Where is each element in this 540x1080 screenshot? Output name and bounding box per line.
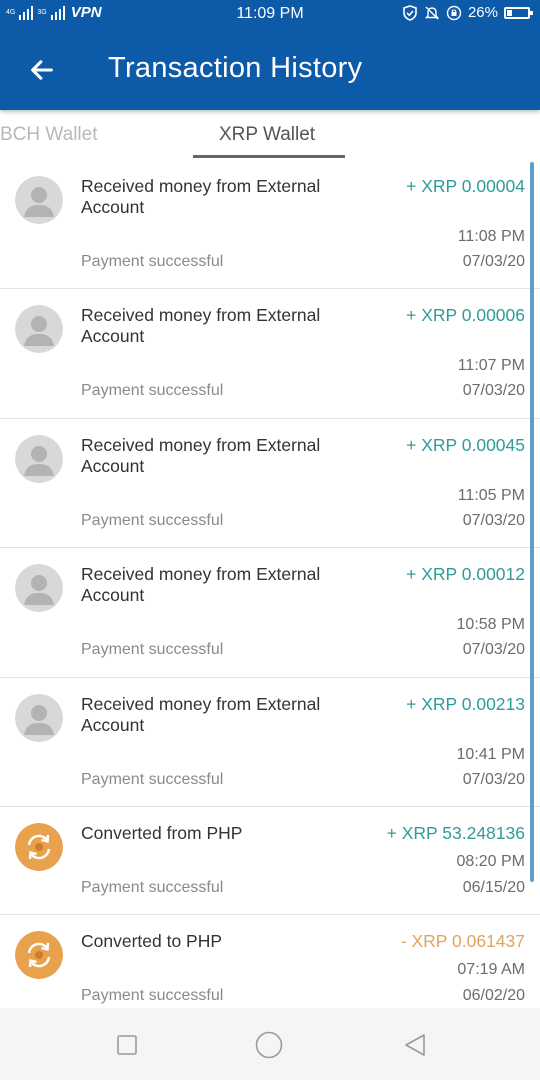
transaction-description: Received money from External Account xyxy=(81,435,321,476)
transaction-description: Received money from External Account xyxy=(81,564,321,605)
convert-icon xyxy=(15,931,63,979)
transaction-time: 11:05 PM xyxy=(457,487,525,504)
transaction-date: 07/03/20 xyxy=(462,771,525,788)
wallet-tabs: BCH Wallet XRP Wallet xyxy=(0,112,540,160)
transaction-description: Received money from External Account xyxy=(81,305,321,346)
user-avatar-icon xyxy=(15,176,63,224)
tab-xrp-wallet[interactable]: XRP Wallet xyxy=(219,124,315,146)
transaction-date: 07/03/20 xyxy=(462,253,525,270)
battery-percent: 26% xyxy=(467,4,498,21)
shield-icon xyxy=(403,4,417,21)
page-title: Transaction History xyxy=(108,52,363,84)
transaction-row[interactable]: Received money from External Account + X… xyxy=(0,289,540,419)
transaction-status: Payment successful xyxy=(81,382,224,399)
transaction-status: Payment successful xyxy=(81,253,224,270)
transaction-row[interactable]: Received money from External Account + X… xyxy=(0,419,540,548)
user-avatar-icon xyxy=(15,694,63,742)
transaction-date: 07/03/20 xyxy=(462,641,525,658)
transaction-amount: + XRP 0.00213 xyxy=(406,694,525,714)
square-icon xyxy=(117,1035,137,1055)
transaction-description: Received money from External Account xyxy=(81,694,321,735)
transaction-amount: + XRP 0.00004 xyxy=(406,176,525,196)
transaction-date: 06/02/20 xyxy=(462,987,525,1004)
transaction-time: 07:19 AM xyxy=(457,961,525,978)
transaction-description: Converted to PHP xyxy=(81,931,223,951)
transaction-amount: + XRP 0.00012 xyxy=(406,564,525,584)
status-right: 26% xyxy=(402,4,533,21)
user-avatar-icon xyxy=(15,564,63,612)
back-button[interactable] xyxy=(22,50,62,90)
transaction-status: Payment successful xyxy=(81,512,224,529)
navigation-bar xyxy=(0,1008,540,1080)
transaction-list[interactable]: Received money from External Account + X… xyxy=(0,160,540,1008)
transaction-amount: + XRP 0.00045 xyxy=(406,435,525,455)
battery-icon xyxy=(504,6,533,19)
triangle-back-icon xyxy=(405,1034,425,1056)
transaction-row[interactable]: Converted from PHP + XRP 53.248136 08:20… xyxy=(0,807,540,915)
transaction-row[interactable]: Received money from External Account + X… xyxy=(0,548,540,678)
transaction-time: 11:07 PM xyxy=(457,357,525,374)
transaction-time: 11:08 PM xyxy=(457,228,525,245)
convert-icon xyxy=(15,823,63,871)
transaction-description: Received money from External Account xyxy=(81,176,321,217)
active-tab-indicator xyxy=(193,155,345,158)
rotation-lock-icon xyxy=(446,5,462,20)
transaction-time: 08:20 PM xyxy=(456,853,525,870)
user-avatar-icon xyxy=(15,305,63,353)
home-button[interactable] xyxy=(254,1030,284,1060)
tab-bch-wallet[interactable]: BCH Wallet xyxy=(0,124,97,146)
system-back-button[interactable] xyxy=(400,1030,430,1060)
recent-apps-button[interactable] xyxy=(112,1030,142,1060)
transaction-description: Converted from PHP xyxy=(81,823,243,843)
circle-icon xyxy=(255,1031,283,1059)
mute-bell-icon xyxy=(424,6,440,19)
transaction-time: 10:58 PM xyxy=(456,616,525,633)
app-bar: Transaction History xyxy=(0,28,540,110)
transaction-status: Payment successful xyxy=(81,771,224,788)
transaction-date: 06/15/20 xyxy=(462,879,525,896)
transaction-status: Payment successful xyxy=(81,879,224,896)
transaction-date: 07/03/20 xyxy=(462,382,525,399)
user-avatar-icon xyxy=(15,435,63,483)
transaction-row[interactable]: Converted to PHP - XRP 0.061437 07:19 AM… xyxy=(0,915,540,1008)
transaction-row[interactable]: Received money from External Account + X… xyxy=(0,160,540,289)
list-scrollbar[interactable] xyxy=(530,162,534,882)
transaction-amount: + XRP 0.00006 xyxy=(406,305,525,325)
transaction-date: 07/03/20 xyxy=(462,512,525,529)
arrow-left-icon xyxy=(31,60,53,80)
transaction-row[interactable]: Received money from External Account + X… xyxy=(0,678,540,807)
transaction-amount: - XRP 0.061437 xyxy=(400,931,525,951)
transaction-amount: + XRP 53.248136 xyxy=(386,823,525,843)
transaction-status: Payment successful xyxy=(81,641,224,658)
transaction-status: Payment successful xyxy=(81,987,224,1004)
transaction-time: 10:41 PM xyxy=(456,746,525,763)
status-bar: 4G 3G VPN 11:09 PM 26% xyxy=(0,0,540,28)
